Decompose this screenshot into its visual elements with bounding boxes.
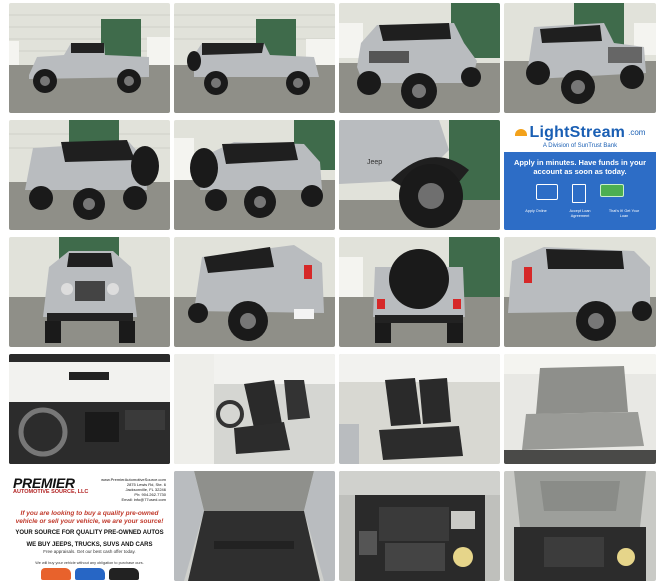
premier-appraisal: Free appraisals. Get our best cash offer… bbox=[43, 549, 136, 554]
jeep-cargo-area-photo bbox=[174, 471, 335, 581]
premier-logo-sub: AUTOMOTIVE SOURCE, LLC bbox=[13, 489, 89, 495]
jeep-fender-detail-photo: Jeep bbox=[339, 120, 500, 230]
blue-jeep-icon bbox=[74, 568, 105, 580]
lightstream-header: LightStream .com A Division of SunTrust … bbox=[504, 120, 656, 152]
jeep-rear-photo bbox=[339, 237, 500, 347]
jeep-front-seats-left-photo bbox=[174, 354, 335, 464]
premier-header: PREMIER AUTOMOTIVE SOURCE, LLC www.Premi… bbox=[9, 471, 170, 502]
svg-text:Jeep: Jeep bbox=[367, 159, 382, 166]
premier-address-line: Email: info@77used.com bbox=[121, 497, 166, 502]
premier-ad-tile[interactable]: PREMIER AUTOMOTIVE SOURCE, LLC www.Premi… bbox=[9, 471, 170, 581]
premier-address: www.PremierAutomotiveSource.com 2875 Lew… bbox=[101, 477, 166, 502]
jeep-front-right-tile[interactable] bbox=[504, 3, 656, 113]
premier-intro: If you are looking to buy a quality pre-… bbox=[15, 510, 164, 525]
laptop-icon bbox=[536, 184, 558, 200]
lightstream-step: That's It! Get Your Loan bbox=[608, 209, 640, 218]
lightstream-step: Apply Online bbox=[525, 209, 547, 213]
sunrise-icon bbox=[514, 129, 527, 136]
jeep-rear-corner-right-tile[interactable] bbox=[504, 237, 656, 347]
jeep-rear-seat-photo bbox=[504, 354, 656, 464]
jeep-engine-bay-open-hood-photo bbox=[504, 471, 656, 581]
jeep-side-left-tile[interactable] bbox=[9, 3, 170, 113]
jeep-cargo-area-tile[interactable] bbox=[174, 471, 335, 581]
jeep-rear-left-tile[interactable] bbox=[9, 120, 170, 230]
jeep-front-seats-right-photo bbox=[339, 354, 500, 464]
jeep-rear-corner-left-tile[interactable] bbox=[174, 237, 335, 347]
jeep-rear-right-tile[interactable] bbox=[174, 120, 335, 230]
document-icon bbox=[572, 184, 586, 203]
lightstream-ad-tile[interactable]: LightStream .com A Division of SunTrust … bbox=[504, 120, 656, 230]
lightstream-icons bbox=[536, 184, 624, 203]
orange-jeep-icon bbox=[40, 568, 71, 580]
lightstream-headline: Apply in minutes. Have funds in your acc… bbox=[513, 158, 647, 176]
lightstream-body: Apply in minutes. Have funds in your acc… bbox=[504, 152, 656, 230]
jeep-front-tile[interactable] bbox=[9, 237, 170, 347]
jeep-dashboard-photo bbox=[9, 354, 170, 464]
jeep-engine-bay-photo bbox=[339, 471, 500, 581]
jeep-front-seats-left-tile[interactable] bbox=[174, 354, 335, 464]
jeep-rear-corner-right-photo bbox=[504, 237, 656, 347]
photo-gallery: Jeep LightStream .com A Division of SunT… bbox=[0, 0, 661, 584]
jeep-front-seats-right-tile[interactable] bbox=[339, 354, 500, 464]
jeep-rear-tile[interactable] bbox=[339, 237, 500, 347]
premier-we-buy: WE BUY JEEPS, TRUCKS, SUVS AND CARS bbox=[26, 542, 153, 548]
premier-slogan: YOUR SOURCE FOR QUALITY PRE-OWNED AUTOS bbox=[15, 530, 164, 536]
jeep-side-right-tile[interactable] bbox=[174, 3, 335, 113]
cash-icon bbox=[600, 184, 624, 197]
lightstream-steps: Apply Online Accept Loan Agreement That'… bbox=[518, 209, 642, 219]
jeep-front-three-quarter-tile[interactable] bbox=[339, 3, 500, 113]
jeep-rear-right-photo bbox=[174, 120, 335, 230]
jeep-dashboard-tile[interactable] bbox=[9, 354, 170, 464]
jeep-side-right-photo bbox=[174, 3, 335, 113]
jeep-rear-left-photo bbox=[9, 120, 170, 230]
jeep-fender-detail-tile[interactable]: Jeep bbox=[339, 120, 500, 230]
lightstream-logo: LightStream bbox=[529, 123, 626, 141]
lightstream-logo-suffix: .com bbox=[628, 128, 646, 137]
jeep-front-photo bbox=[9, 237, 170, 347]
jeep-side-left-photo bbox=[9, 3, 170, 113]
jeep-rear-seat-tile[interactable] bbox=[504, 354, 656, 464]
premier-obligation: We will buy your vehicle without any obl… bbox=[35, 561, 144, 565]
jeep-rear-corner-left-photo bbox=[174, 237, 335, 347]
lightstream-step: Accept Loan Agreement bbox=[569, 209, 591, 218]
premier-cars bbox=[40, 568, 139, 580]
black-truck-icon bbox=[108, 568, 139, 580]
jeep-front-three-quarter-photo bbox=[339, 3, 500, 113]
lightstream-tagline: A Division of SunTrust Bank bbox=[542, 142, 618, 149]
jeep-engine-bay-tile[interactable] bbox=[339, 471, 500, 581]
jeep-front-right-photo bbox=[504, 3, 656, 113]
jeep-engine-bay-open-hood-tile[interactable] bbox=[504, 471, 656, 581]
